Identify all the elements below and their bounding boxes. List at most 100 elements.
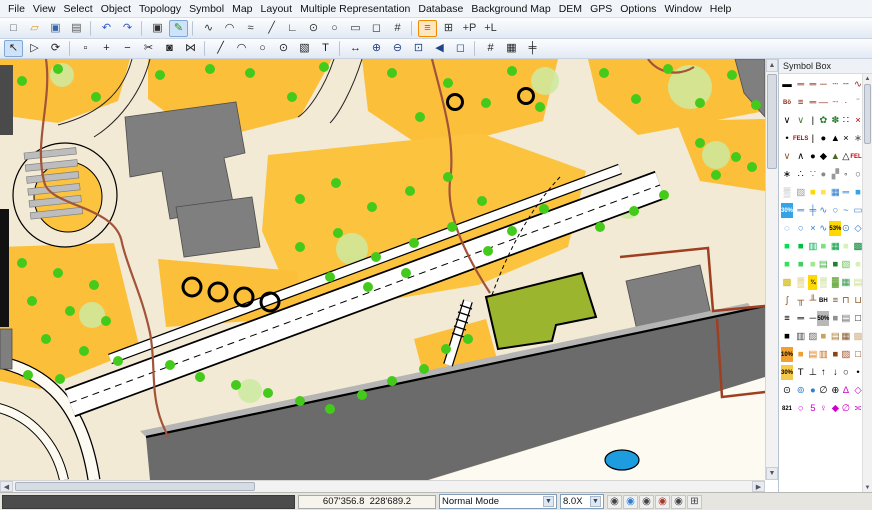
symbol-cell[interactable]: ■ [829,311,841,326]
symbol-cell[interactable]: ▒ [781,185,793,200]
symbol-cell[interactable]: ■ [817,185,829,200]
symbol-cell[interactable]: ∴ [793,167,808,182]
view-mode-1-icon[interactable]: ◉ [607,495,622,509]
merge-objects-icon[interactable]: ⋈ [181,40,200,57]
scroll-up-arrow-icon[interactable]: ▲ [766,59,778,72]
symbol-cell[interactable]: ∧ [793,149,808,164]
symbol-cell[interactable]: ● [808,383,817,398]
zoom-previous-icon[interactable]: ◀ [430,40,449,57]
symbol-cell[interactable]: ≡ [829,293,841,308]
symbol-cell[interactable]: ╪ [808,203,817,218]
zoom-entire-icon[interactable]: ◻ [451,40,470,57]
symbol-cell[interactable]: ■ [829,257,841,272]
symbol-cell[interactable]: ■ [793,347,808,362]
symbol-cell[interactable]: FELS [793,131,808,146]
symbol-scroll-thumb[interactable] [864,84,871,144]
menu-item[interactable]: Database [414,2,467,16]
symbol-cell[interactable]: ┄ [829,77,841,92]
menu-item[interactable]: Map [228,2,256,16]
symbol-cell[interactable]: ⊓ [841,293,850,308]
symbol-cell[interactable]: ↑ [817,365,829,380]
symbol-cell[interactable]: △ [841,149,850,164]
symbol-cell[interactable]: ▤ [817,257,829,272]
symbol-cell[interactable]: T [793,365,808,380]
symbol-cell[interactable]: ∗ [781,167,793,182]
ruler-icon[interactable]: ╪ [523,40,542,57]
view-grid-icon[interactable]: ⊞ [687,495,702,509]
menu-item[interactable]: View [29,2,60,16]
menu-item[interactable]: Select [60,2,97,16]
menu-item[interactable]: Window [660,2,705,16]
symbol-cell[interactable]: ▒ [793,275,808,290]
vertical-scroll-thumb[interactable] [767,74,777,169]
cut-object-icon[interactable]: ✂ [139,40,158,57]
symbol-cell[interactable]: ┈ [829,95,841,110]
symbol-cell[interactable]: · [841,95,850,110]
menu-item[interactable]: DEM [555,2,586,16]
menu-item[interactable]: Topology [135,2,185,16]
symbol-cell[interactable]: ■ [808,185,817,200]
menu-item[interactable]: GPS [586,2,616,16]
symbol-cell[interactable]: ─ [817,77,829,92]
curve-tool-icon[interactable]: ∿ [199,20,218,37]
symbol-cell[interactable]: ∫ [781,293,793,308]
symbol-cell[interactable]: ■ [841,239,850,254]
symbol-cell[interactable]: ▥ [817,347,829,362]
symbol-cell[interactable]: ■ [817,239,829,254]
add-point-icon[interactable]: +P [460,20,479,37]
view-mode-2-icon[interactable]: ◉ [623,495,638,509]
symbol-cell[interactable]: ■ [817,329,829,344]
symbol-cell[interactable]: ♀ [817,401,829,416]
rectangle-tool-icon[interactable]: ▭ [346,20,365,37]
symbol-cell[interactable]: ◦ [841,167,850,182]
symbol-cell[interactable]: ∅ [817,383,829,398]
area-fill-icon[interactable]: ▧ [295,40,314,57]
symbol-cell[interactable]: ▬ [781,77,793,92]
bezier-tool-icon[interactable]: ◠ [220,20,239,37]
corner-tool-icon[interactable]: ∟ [283,20,302,37]
symbol-cell[interactable]: ═ [793,77,808,92]
horizontal-scroll-thumb[interactable] [15,482,255,491]
circle-object-icon[interactable]: ○ [253,40,272,57]
ellipse-tool-icon[interactable]: ⊙ [304,20,323,37]
symbol-cell[interactable]: ▦ [829,185,841,200]
symbol-cell[interactable]: 30% [781,203,793,218]
view-mode-5-icon[interactable]: ◉ [671,495,686,509]
rotate-object-icon[interactable]: ⟳ [46,40,65,57]
symbol-cell[interactable]: • [781,131,793,146]
symbol-cell[interactable]: ¾ [808,275,817,290]
line-object-icon[interactable]: ╱ [211,40,230,57]
zoom-window-icon[interactable]: ⊡ [409,40,428,57]
separator[interactable]: | [339,41,342,56]
symbol-cell[interactable]: BH [817,293,829,308]
symbol-cell[interactable]: ⊙ [781,383,793,398]
separator[interactable]: | [204,41,207,56]
grid-icon[interactable]: # [481,40,500,57]
stairway-tool-icon[interactable]: ≡ [418,20,437,37]
view-mode-3-icon[interactable]: ◉ [639,495,654,509]
circle-tool-icon[interactable]: ○ [325,20,344,37]
separator[interactable]: | [141,21,144,36]
symbol-cell[interactable]: ◌ [781,221,793,236]
print-icon[interactable]: ▤ [67,20,86,37]
symbol-cell[interactable]: ● [817,131,829,146]
symbol-cell[interactable]: ○ [841,365,850,380]
menu-item[interactable]: Options [616,2,660,16]
symbol-cell[interactable]: Bö [781,95,793,110]
symbol-cell[interactable]: 10% [781,347,793,362]
undo-icon[interactable]: ↶ [97,20,116,37]
symbol-cell[interactable]: ■ [793,239,808,254]
symbol-cell[interactable]: ▞ [829,167,841,182]
symbol-cell[interactable]: ○ [829,203,841,218]
symbol-scroll-down-icon[interactable]: ▼ [863,483,872,492]
symbol-cell[interactable]: × [808,221,817,236]
ellipse-object-icon[interactable]: ⊙ [274,40,293,57]
menu-item[interactable]: File [4,2,29,16]
symbol-cell[interactable]: ◆ [817,149,829,164]
symbol-cell[interactable]: ≡ [793,95,808,110]
symbol-cell[interactable]: ◆ [829,401,841,416]
symbol-cell[interactable]: — [817,95,829,110]
symbol-cell[interactable]: ∵ [808,167,817,182]
insert-vertex-icon[interactable]: + [97,40,116,57]
add-line-icon[interactable]: +L [481,20,500,37]
